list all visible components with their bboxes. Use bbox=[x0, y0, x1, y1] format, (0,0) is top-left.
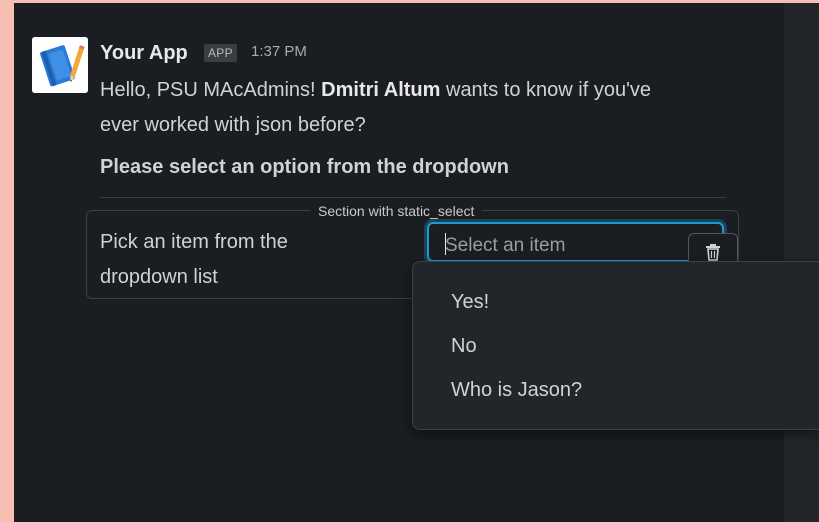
mentioned-user: Dmitri Altum bbox=[321, 79, 441, 101]
app-avatar[interactable] bbox=[32, 37, 88, 93]
message-heading: Please select an option from the dropdow… bbox=[100, 156, 509, 178]
section-text-line1: Pick an item from the bbox=[100, 231, 288, 253]
message-text-prefix: Hello, PSU MAcAdmins! bbox=[100, 79, 322, 101]
dropdown-option[interactable]: Yes! bbox=[451, 291, 489, 314]
select-placeholder: Select an item bbox=[445, 235, 566, 256]
notebook-pencil-icon bbox=[32, 37, 88, 93]
message-text: Hello, PSU MAcAdmins! Dmitri Altum wants… bbox=[100, 73, 690, 143]
message-timestamp[interactable]: 1:37 PM bbox=[251, 43, 307, 60]
app-badge: APP bbox=[204, 44, 237, 62]
section-text: Pick an item from the dropdown list bbox=[100, 225, 288, 295]
dropdown-option[interactable]: Who is Jason? bbox=[451, 379, 582, 402]
app-name[interactable]: Your App bbox=[100, 42, 188, 65]
dropdown-option[interactable]: No bbox=[451, 335, 477, 358]
divider bbox=[100, 197, 726, 198]
trash-icon bbox=[706, 244, 720, 261]
section-label: Section with static_select bbox=[310, 201, 483, 221]
section-text-line2: dropdown list bbox=[100, 266, 218, 288]
text-cursor bbox=[445, 233, 446, 255]
